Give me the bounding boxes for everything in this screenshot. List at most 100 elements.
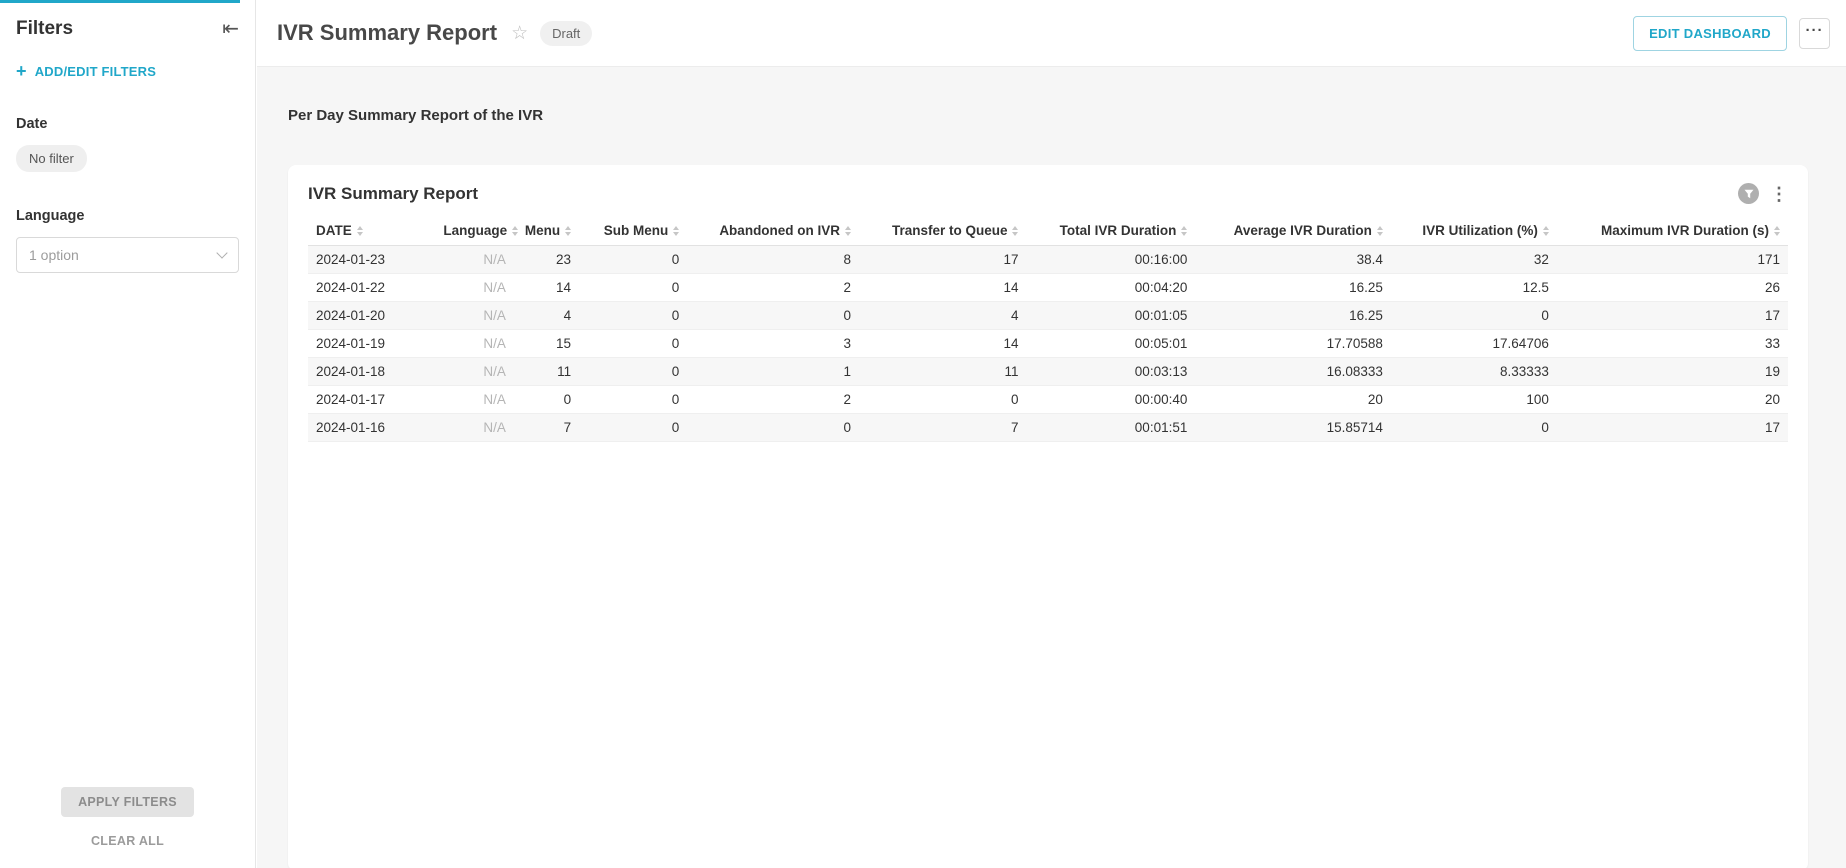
column-header-inner[interactable]: Transfer to Queue (892, 223, 1019, 238)
column-header[interactable]: Language (435, 216, 514, 246)
sort-icon[interactable] (1181, 226, 1187, 236)
cell-value: 4 (514, 302, 579, 330)
cell-value: 12.5 (1391, 274, 1557, 302)
cell-value: 1 (687, 358, 859, 386)
column-header-inner[interactable]: DATE (316, 223, 363, 238)
sort-icon[interactable] (673, 226, 679, 236)
column-header-inner[interactable]: Average IVR Duration (1234, 223, 1383, 238)
column-header-inner[interactable]: Maximum IVR Duration (s) (1601, 223, 1780, 238)
cell-value: 7 (859, 414, 1026, 442)
table-row: 2024-01-18N/A11011100:03:1316.083338.333… (308, 358, 1788, 386)
cell-value: 00:00:40 (1026, 386, 1195, 414)
column-header-inner[interactable]: Abandoned on IVR (719, 223, 851, 238)
column-label: IVR Utilization (%) (1422, 223, 1538, 238)
column-header[interactable]: Total IVR Duration (1026, 216, 1195, 246)
date-filter-chip[interactable]: No filter (16, 145, 87, 172)
cell-date: 2024-01-18 (308, 358, 435, 386)
table-row: 2024-01-19N/A15031400:05:0117.7058817.64… (308, 330, 1788, 358)
column-header-inner[interactable]: Sub Menu (604, 223, 680, 238)
cell-value: 0 (687, 302, 859, 330)
cell-value: 0 (1391, 302, 1557, 330)
cell-value: 16.25 (1195, 302, 1391, 330)
column-header-inner[interactable]: Total IVR Duration (1060, 223, 1188, 238)
more-menu-button[interactable]: ··· (1799, 18, 1830, 49)
cell-value: 16.25 (1195, 274, 1391, 302)
cell-value: 15.85714 (1195, 414, 1391, 442)
table-body: 2024-01-23N/A23081700:16:0038.4321712024… (308, 246, 1788, 442)
cell-value: N/A (435, 414, 514, 442)
column-header[interactable]: IVR Utilization (%) (1391, 216, 1557, 246)
cell-value: 8 (687, 246, 859, 274)
column-label: Transfer to Queue (892, 223, 1008, 238)
table-row: 2024-01-20N/A400400:01:0516.25017 (308, 302, 1788, 330)
funnel-icon (1744, 189, 1754, 199)
cell-value: 38.4 (1195, 246, 1391, 274)
table-row: 2024-01-23N/A23081700:16:0038.432171 (308, 246, 1788, 274)
apply-filters-button[interactable]: APPLY FILTERS (61, 787, 194, 817)
cell-value: 14 (859, 274, 1026, 302)
language-filter-label: Language (16, 208, 239, 224)
table-row: 2024-01-22N/A14021400:04:2016.2512.526 (308, 274, 1788, 302)
cell-value: 0 (579, 330, 687, 358)
chevron-down-icon (216, 247, 227, 258)
column-label: Language (443, 223, 507, 238)
column-header-inner[interactable]: IVR Utilization (%) (1422, 223, 1549, 238)
cell-value: 20 (1195, 386, 1391, 414)
cell-value: N/A (435, 386, 514, 414)
favorite-star-icon[interactable]: ☆ (511, 24, 528, 43)
dashboard-header: IVR Summary Report ☆ Draft EDIT DASHBOAR… (257, 0, 1846, 66)
cell-value: 23 (514, 246, 579, 274)
cell-date: 2024-01-22 (308, 274, 435, 302)
column-header-inner[interactable]: Menu (525, 223, 571, 238)
sort-icon[interactable] (1774, 226, 1780, 236)
cell-value: 100 (1391, 386, 1557, 414)
kebab-menu-icon[interactable]: ⋮ (1770, 185, 1788, 203)
cell-value: 4 (859, 302, 1026, 330)
column-header[interactable]: Average IVR Duration (1195, 216, 1391, 246)
column-header[interactable]: Sub Menu (579, 216, 687, 246)
sort-icon[interactable] (357, 226, 363, 236)
cell-value: 171 (1557, 246, 1788, 274)
cell-value: 00:01:51 (1026, 414, 1195, 442)
sort-icon[interactable] (1543, 226, 1549, 236)
card-header: IVR Summary Report ⋮ (308, 183, 1788, 204)
column-header[interactable]: Transfer to Queue (859, 216, 1026, 246)
cell-value: N/A (435, 302, 514, 330)
ivr-summary-table: DATE Language Menu Sub Menu Abandoned on IVR… (308, 216, 1788, 442)
column-header[interactable]: Menu (514, 216, 579, 246)
cell-value: 0 (579, 274, 687, 302)
cell-value: 0 (579, 386, 687, 414)
column-header-inner[interactable]: Language (443, 223, 518, 238)
add-edit-filters-button[interactable]: + ADD/EDIT FILTERS (16, 62, 239, 80)
sort-icon[interactable] (512, 226, 518, 236)
cell-value: 7 (514, 414, 579, 442)
cell-value: N/A (435, 358, 514, 386)
cell-value: 32 (1391, 246, 1557, 274)
filters-sidebar-header: Filters ⇤ (16, 18, 239, 40)
cell-value: 17 (1557, 414, 1788, 442)
table-row: 2024-01-16N/A700700:01:5115.85714017 (308, 414, 1788, 442)
column-header[interactable]: Abandoned on IVR (687, 216, 859, 246)
cell-date: 2024-01-20 (308, 302, 435, 330)
column-header[interactable]: Maximum IVR Duration (s) (1557, 216, 1788, 246)
cell-value: 14 (859, 330, 1026, 358)
filter-indicator-icon[interactable] (1738, 183, 1759, 204)
language-filter-select[interactable]: 1 option (16, 237, 239, 273)
sort-icon[interactable] (565, 226, 571, 236)
page-title: IVR Summary Report (277, 20, 497, 46)
language-filter-value: 1 option (29, 247, 79, 263)
clear-all-button[interactable]: CLEAR ALL (91, 834, 164, 848)
column-header[interactable]: DATE (308, 216, 435, 246)
cell-value: 3 (687, 330, 859, 358)
sort-icon[interactable] (1012, 226, 1018, 236)
cell-value: 17 (1557, 302, 1788, 330)
column-label: Total IVR Duration (1060, 223, 1177, 238)
filters-title: Filters (16, 18, 73, 40)
sort-icon[interactable] (845, 226, 851, 236)
column-label: Sub Menu (604, 223, 669, 238)
cell-value: 0 (579, 358, 687, 386)
edit-dashboard-button[interactable]: EDIT DASHBOARD (1633, 16, 1787, 51)
collapse-sidebar-icon[interactable]: ⇤ (222, 19, 239, 39)
cell-date: 2024-01-17 (308, 386, 435, 414)
sort-icon[interactable] (1377, 226, 1383, 236)
